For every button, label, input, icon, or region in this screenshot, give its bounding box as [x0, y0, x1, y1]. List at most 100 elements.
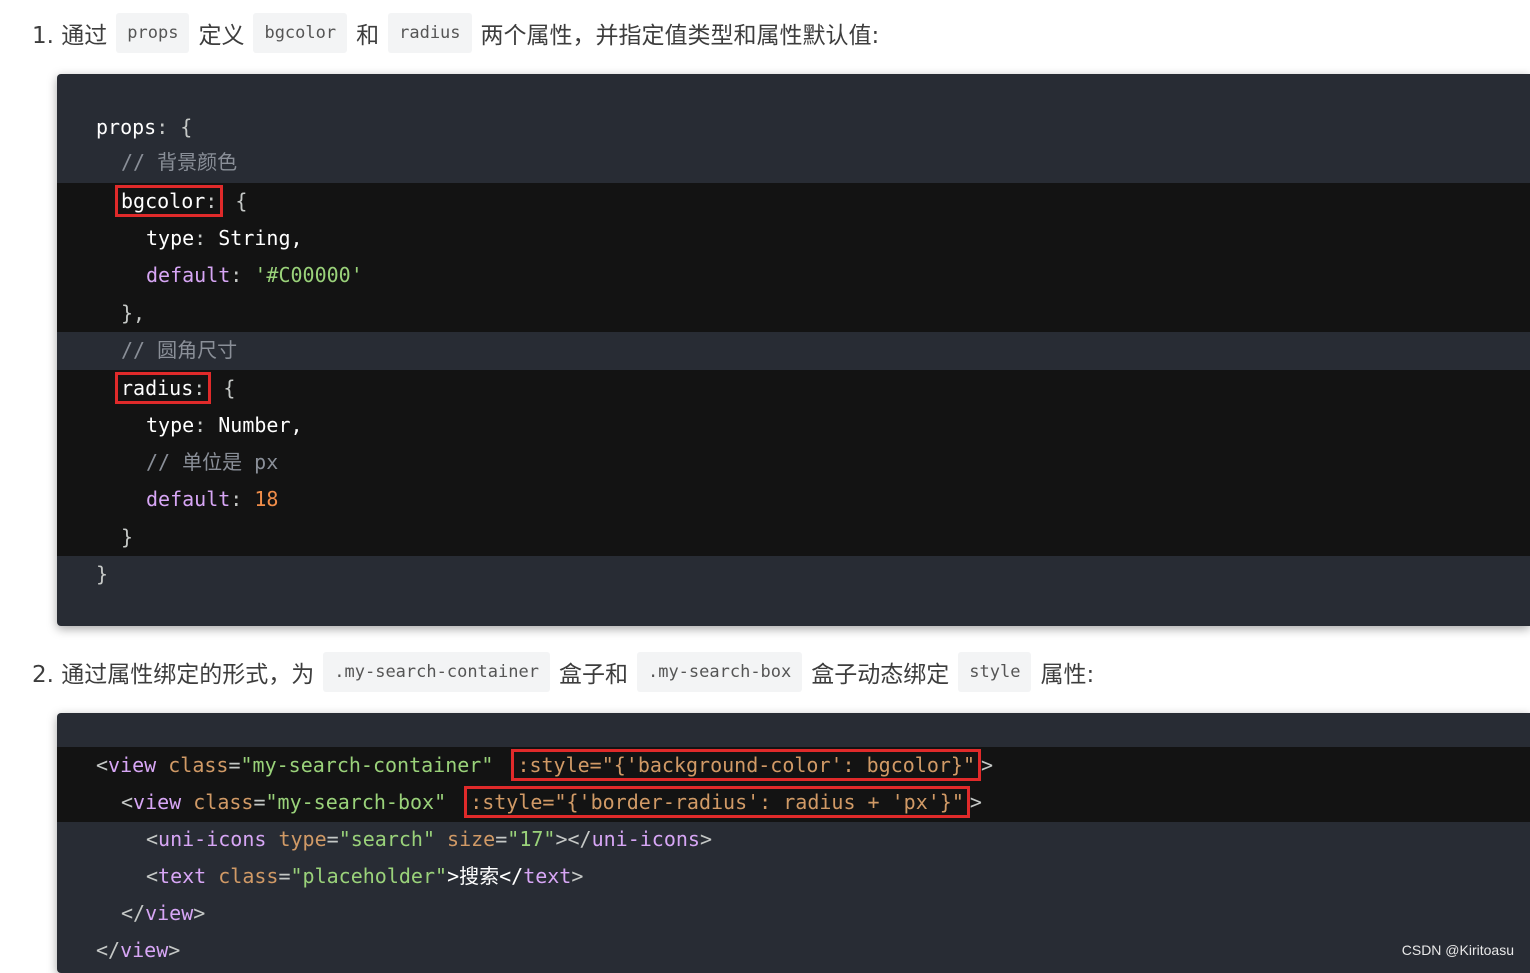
code-token: : {: [156, 115, 193, 139]
code-line: <view class="my-search-box" :style="{'bo…: [57, 784, 982, 821]
code-string: "my-search-box": [265, 790, 447, 814]
code-block-template: <view class="my-search-container" :style…: [57, 713, 1530, 973]
code-tag: view: [120, 938, 169, 962]
code-token: :: [230, 263, 255, 287]
code-token: >: [969, 790, 982, 814]
code-token: >搜索</: [447, 864, 524, 888]
highlight-box-bgcolor: bgcolor:: [115, 185, 224, 217]
code-line: props: {: [57, 109, 192, 146]
code-line: default: '#C00000': [57, 257, 363, 294]
code-token: :: [194, 226, 219, 250]
code-line: type: Number,: [57, 407, 303, 444]
step-2-prefix: 2. 通过属性绑定的形式，为: [32, 662, 315, 688]
code-line: </view>: [57, 895, 205, 932]
code-token: >: [699, 827, 712, 851]
inline-code-style: style: [958, 652, 1032, 692]
code-token: <: [96, 753, 109, 777]
code-attr: class: [206, 864, 279, 888]
code-line: }: [57, 556, 108, 593]
code-token: </: [96, 938, 121, 962]
code-attr: class: [156, 753, 229, 777]
step-1-prefix: 1. 通过: [32, 23, 108, 49]
code-string: "my-search-container": [240, 753, 494, 777]
code-token: :: [205, 189, 218, 213]
highlight-box-style-bgcolor: :style="{'background-color': bgcolor}": [511, 749, 981, 781]
code-tag: view: [145, 901, 194, 925]
code-token: :: [230, 487, 255, 511]
code-token: Number,: [218, 413, 303, 437]
code-token: =: [228, 753, 241, 777]
code-comment: // 背景颜色: [121, 150, 238, 174]
inline-code-props: props: [116, 13, 190, 53]
code-token: <: [146, 864, 159, 888]
code-block-props: props: { // 背景颜色 bgcolor: { type: String…: [57, 74, 1530, 626]
code-token: ></: [555, 827, 592, 851]
code-token: :: [193, 376, 206, 400]
code-line: radius: {: [57, 370, 235, 407]
step-2-text-box-and: 盒子和: [558, 662, 628, 688]
code-line: <view class="my-search-container" :style…: [57, 747, 993, 784]
code-token: String,: [218, 226, 303, 250]
watermark: CSDN @Kiritoasu: [1401, 942, 1514, 958]
code-string: "17": [507, 827, 556, 851]
code-attr: type: [266, 827, 327, 851]
code-line: default: 18: [57, 481, 278, 518]
code-token: type: [146, 226, 195, 250]
code-token: default: [146, 263, 231, 287]
code-tag: text: [158, 864, 207, 888]
code-line: <uni-icons type="search" size="17"></uni…: [146, 827, 712, 851]
code-token: <: [146, 827, 159, 851]
inline-code-my-search-box: .my-search-box: [636, 652, 803, 692]
code-token: >: [168, 938, 181, 962]
inline-code-radius: radius: [388, 13, 472, 53]
code-token: radius: [121, 376, 194, 400]
code-comment: // 圆角尺寸: [121, 338, 238, 362]
code-attr: class: [181, 790, 254, 814]
code-number: 18: [254, 487, 279, 511]
step-1-suffix: 两个属性，并指定值类型和属性默认值:: [480, 23, 880, 49]
step-1-text-define: 定义: [198, 23, 245, 49]
code-line: // 背景颜色: [57, 144, 237, 181]
code-token: {: [211, 376, 236, 400]
code-tag: uni-icons: [591, 827, 700, 851]
code-token: <: [121, 790, 134, 814]
code-tag: uni-icons: [158, 827, 267, 851]
highlight-box-style-radius: :style="{'border-radius': radius + 'px'}…: [464, 786, 970, 818]
code-line: },: [57, 295, 145, 332]
code-token: }: [121, 525, 134, 549]
inline-code-my-search-container: .my-search-container: [323, 652, 550, 692]
step-1-text-and: 和: [356, 23, 380, 49]
code-token: =: [253, 790, 266, 814]
code-token: type: [146, 413, 195, 437]
code-string: '#C00000': [254, 263, 363, 287]
code-token: default: [146, 487, 231, 511]
code-line: // 圆角尺寸: [57, 332, 237, 369]
code-string: "search": [338, 827, 436, 851]
code-string: "placeholder": [290, 864, 448, 888]
step-2-text-bind: 盒子动态绑定: [811, 662, 950, 688]
step-2-suffix: 属性:: [1040, 662, 1095, 688]
code-token: >: [193, 901, 206, 925]
code-line: // 单位是 px: [57, 444, 278, 481]
code-token: props: [96, 115, 157, 139]
code-comment: // 单位是 px: [146, 450, 279, 474]
code-line: <text class="placeholder">搜索</text>: [146, 864, 584, 888]
code-line: </view>: [57, 932, 180, 969]
code-line: }: [57, 519, 133, 556]
code-token: bgcolor: [121, 189, 206, 213]
inline-code-bgcolor: bgcolor: [253, 13, 348, 53]
code-token: :: [194, 413, 219, 437]
code-token: },: [121, 301, 146, 325]
code-token: }: [96, 562, 109, 586]
highlight-box-radius: radius:: [115, 372, 212, 404]
code-tag: view: [133, 790, 182, 814]
step-2-paragraph: 2. 通过属性绑定的形式，为 .my-search-container 盒子和 …: [32, 648, 1094, 696]
code-tag: text: [523, 864, 572, 888]
code-token: {: [223, 189, 248, 213]
code-line: bgcolor: {: [57, 183, 247, 220]
code-token: >: [571, 864, 584, 888]
code-token: >: [981, 753, 994, 777]
step-1-paragraph: 1. 通过 props 定义 bgcolor 和 radius 两个属性，并指定…: [32, 9, 879, 57]
code-token: </: [121, 901, 146, 925]
code-line: type: String,: [57, 220, 303, 257]
